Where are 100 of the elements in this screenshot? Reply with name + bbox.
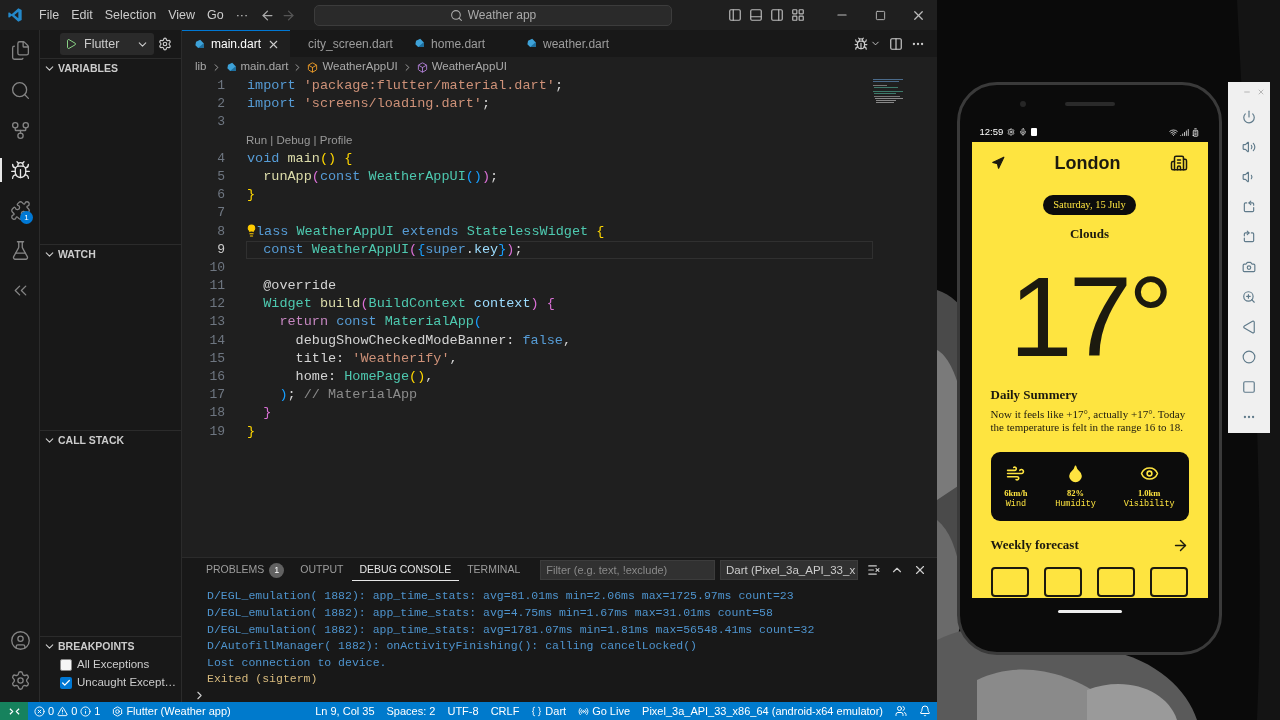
debug-run-icon[interactable] — [854, 36, 868, 51]
breadcrumb-item[interactable]: lib — [195, 58, 207, 76]
editor-tab[interactable]: home.dart — [402, 30, 515, 57]
error-icon — [34, 705, 45, 717]
status-item[interactable]: Spaces: 2 — [380, 702, 442, 720]
status-item[interactable]: Go Live — [572, 702, 637, 720]
city-icon[interactable] — [1170, 154, 1189, 172]
toggle-panel-icon[interactable] — [749, 8, 763, 22]
search-icon[interactable] — [9, 79, 31, 101]
puzzle-icon[interactable] — [9, 199, 31, 221]
breadcrumb-item[interactable]: main.dart — [240, 58, 289, 76]
code-line: Widget build(BuildContext context) { — [262, 296, 555, 313]
settings-icon[interactable] — [158, 37, 172, 51]
remote-button[interactable] — [0, 702, 28, 720]
split-editor-icon[interactable] — [889, 36, 903, 51]
problems-indicator[interactable]: 0 0 1 — [28, 702, 107, 720]
code-line: lass WeatherAppUI extends StatelessWidget { — [256, 223, 605, 240]
bug-icon[interactable] — [9, 159, 31, 181]
status-item[interactable]: UTF-8 — [441, 702, 485, 720]
run-config-dropdown[interactable]: Flutter — [60, 33, 154, 55]
line-number: 16 — [208, 368, 225, 386]
error-count: 0 — [48, 703, 55, 719]
console-line: Lost connection to device. — [207, 654, 388, 671]
code-line: } — [262, 405, 272, 422]
line-number: 11 — [208, 277, 225, 296]
camera-icon[interactable] — [1242, 260, 1256, 274]
breadcrumb-item[interactable]: WeatherAppUI — [431, 58, 507, 76]
panel-tab[interactable]: TERMINAL — [459, 559, 529, 582]
overview-icon[interactable] — [1242, 380, 1256, 394]
breakpoint-checkbox[interactable] — [60, 677, 72, 689]
forecast-card — [1043, 567, 1082, 597]
branch-icon[interactable] — [9, 119, 31, 141]
line-number: 6 — [216, 186, 225, 205]
clear-console-icon[interactable] — [867, 563, 881, 578]
back-icon[interactable] — [1242, 320, 1256, 334]
volume-up-icon[interactable] — [1242, 140, 1256, 154]
panel-tab[interactable]: OUTPUT — [292, 559, 352, 582]
weather-condition: Clouds — [1070, 226, 1109, 242]
location-icon[interactable] — [990, 156, 1005, 170]
console-line: D/EGL_emulation( 1882): app_time_stats: avg=81.01ms min=2.06ms max=1725.97ms count=23 — [207, 588, 795, 605]
console-line: D/EGL_emulation( 1882): app_time_stats: avg=4.75ms min=1.67ms max=31.01ms count=58 — [207, 605, 774, 622]
code-line: import 'package:flutter/material.dart'; — [247, 78, 563, 95]
menu-item[interactable]: View — [162, 5, 201, 25]
layout-icon[interactable] — [791, 8, 805, 22]
breakpoint-checkbox[interactable] — [60, 659, 72, 671]
menu-item[interactable]: ··· — [229, 5, 255, 25]
section-title[interactable]: BREAKPOINTS — [58, 638, 135, 655]
section-title[interactable]: VARIABLES — [58, 60, 118, 77]
menu-item[interactable]: File — [33, 5, 66, 25]
code-line: runApp(const WeatherAppUI()); — [262, 168, 499, 186]
zoom-in-icon[interactable] — [1242, 290, 1256, 304]
remote-icon — [8, 705, 20, 717]
home-icon[interactable] — [1242, 350, 1256, 364]
lightbulb-icon[interactable] — [245, 223, 258, 237]
code-line: } — [247, 423, 256, 440]
breadcrumb-item[interactable]: WeatherAppUI — [322, 58, 398, 76]
panel-tab[interactable]: DEBUG CONSOLE — [351, 559, 460, 582]
settings-icon[interactable] — [9, 669, 31, 691]
play-icon[interactable] — [65, 38, 77, 50]
rotate-left-icon[interactable] — [1242, 200, 1256, 214]
search-icon — [449, 8, 463, 22]
notifications-icon[interactable] — [919, 705, 931, 717]
home-indicator[interactable] — [1057, 609, 1122, 613]
count-badge: 1 — [269, 562, 285, 578]
line-number: 9 — [216, 240, 225, 259]
filter-field[interactable]: Filter (e.g. text, !exclude) — [540, 560, 715, 581]
menu-item[interactable]: Go — [201, 5, 230, 25]
menu-item[interactable]: Selection — [98, 5, 163, 25]
account-icon[interactable] — [9, 629, 31, 651]
menu-item[interactable]: Edit — [65, 5, 99, 25]
section-title[interactable]: CALL STACK — [58, 432, 125, 449]
toggle-sidebar-icon[interactable] — [728, 8, 742, 22]
editor-tab[interactable]: weather.dart — [514, 30, 627, 57]
session-dropdown[interactable]: Dart (Pixel_3a_API_33_x — [720, 560, 858, 581]
status-item[interactable]: Ln 9, Col 35 — [309, 702, 381, 720]
section-title[interactable]: WATCH — [58, 246, 96, 263]
editor-tab[interactable]: city_screen.dart — [290, 30, 403, 57]
rotate-right-icon[interactable] — [1242, 230, 1256, 244]
code-line: } — [247, 187, 256, 204]
code-line: home: HomePage(), — [294, 369, 434, 386]
status-item[interactable]: CRLF — [484, 702, 526, 720]
back-icon[interactable] — [260, 7, 275, 23]
minimap-drawing[interactable] — [873, 79, 905, 103]
battery-icon — [1190, 127, 1200, 137]
line-number: 5 — [216, 167, 225, 186]
status-item[interactable]: Pixel_3a_API_33_x86_64 (android-x64 emulator) — [636, 702, 889, 720]
debug-target[interactable]: Flutter (Weather app) — [106, 702, 237, 720]
panel-tab[interactable]: PROBLEMS 1 — [198, 559, 293, 582]
codelens-links[interactable]: Run | Debug | Profile — [246, 132, 353, 150]
status-item[interactable]: Dart — [525, 702, 573, 720]
toggle-secondary-sidebar-icon[interactable] — [770, 8, 784, 22]
command-search-field[interactable]: Weather app — [314, 4, 672, 26]
maximize-icon[interactable] — [874, 9, 886, 21]
files-icon[interactable] — [9, 39, 31, 61]
line-number: 12 — [208, 295, 225, 314]
accounts-icon[interactable] — [895, 705, 907, 717]
editor-tab[interactable]: main.dart — [182, 30, 291, 57]
code-line: const WeatherAppUI({super.key}); — [262, 241, 523, 258]
line-number: 18 — [208, 404, 225, 423]
power-icon[interactable] — [1242, 110, 1256, 124]
